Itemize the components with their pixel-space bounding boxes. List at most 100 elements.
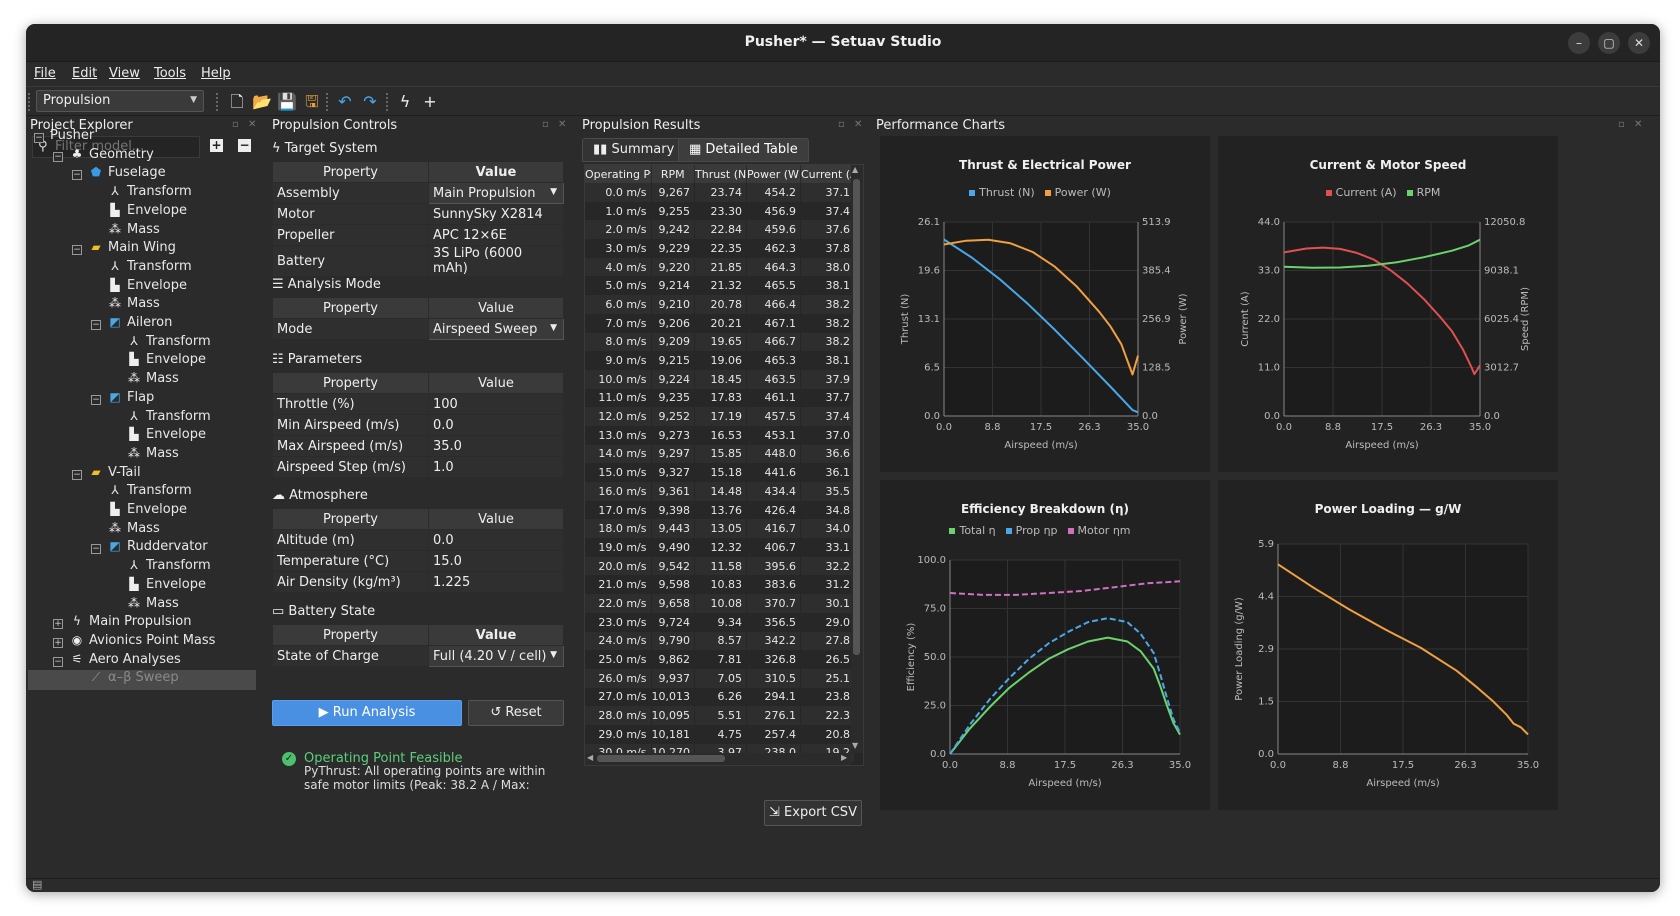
float-panel-icon[interactable]: ▫ — [232, 119, 239, 130]
tree-item[interactable]: ▙ Envelope — [126, 427, 206, 447]
new-file-icon[interactable]: 🗋 — [226, 91, 248, 113]
float-panel-icon[interactable]: ▫ — [1618, 119, 1625, 130]
tree-item[interactable]: ⅄ Transform — [126, 409, 210, 429]
table-row[interactable]: 20.0 m/s 9,542 11.58 395.6 32.2 — [585, 556, 855, 576]
vertical-scrollbar[interactable]: ▲ ▼ — [851, 165, 863, 753]
menu-tools[interactable]: Tools — [154, 66, 186, 81]
collapse-all-icon[interactable]: − — [238, 139, 251, 152]
table-row[interactable]: 0.0 m/s 9,267 23.74 454.2 37.1 — [585, 183, 855, 202]
tree-item[interactable]: ⅄ Transform — [126, 334, 210, 354]
table-row[interactable]: 9.0 m/s 9,215 19.06 465.3 38.1 — [585, 351, 855, 370]
tree-item[interactable]: ▰ Main Wing — [88, 240, 175, 260]
airspeed-step-input[interactable]: 1.0 — [428, 456, 564, 478]
table-row[interactable]: 10.0 m/s 9,224 18.45 463.5 37.9 — [585, 369, 855, 389]
mode-combo[interactable]: Airspeed Sweep ▼ — [428, 318, 564, 340]
scroll-right-icon[interactable]: ▶ — [841, 753, 847, 762]
table-row[interactable]: 25.0 m/s 9,862 7.81 326.8 26.5 — [585, 650, 855, 669]
collapse-icon[interactable]: − — [72, 170, 82, 181]
table-row[interactable]: 28.0 m/s 10,095 5.51 276.1 22.3 — [585, 706, 855, 725]
collapse-icon[interactable]: − — [34, 133, 44, 143]
collapse-icon[interactable]: − — [72, 469, 82, 480]
expand-all-icon[interactable]: + — [210, 139, 223, 152]
legend-item[interactable]: Power (W) — [1044, 186, 1111, 199]
tree-item[interactable]: ▙ Envelope — [126, 352, 206, 372]
table-row[interactable]: 3.0 m/s 9,229 22.35 462.3 37.8 — [585, 239, 855, 258]
table-row[interactable]: 22.0 m/s 9,658 10.08 370.7 30.1 — [585, 594, 855, 613]
close-panel-icon[interactable]: ✕ — [558, 119, 566, 130]
tree-item[interactable]: ⅄ Transform — [107, 259, 191, 279]
table-row[interactable]: 8.0 m/s 9,209 19.65 466.7 38.2 — [585, 332, 855, 352]
tree-item[interactable]: ⅄ Transform — [107, 184, 191, 204]
redo-icon[interactable]: ↷ — [359, 91, 381, 113]
tree-item[interactable]: ⁂ Mass — [126, 446, 179, 466]
column-header[interactable]: Thrust (N) — [694, 165, 747, 183]
table-row[interactable]: 24.0 m/s 9,790 8.57 342.2 27.8 — [585, 631, 855, 651]
menu-view[interactable]: View — [109, 66, 140, 81]
tree-item[interactable]: ◩ Aileron — [107, 315, 172, 335]
menu-help[interactable]: Help — [201, 66, 231, 81]
property-value[interactable]: 3S LiPo (6000 mAh) — [428, 245, 564, 277]
tree-item[interactable]: ▰ V-Tail — [88, 465, 140, 485]
tree-item[interactable]: ⁂ Mass — [126, 371, 179, 391]
legend-item[interactable]: Thrust (N) — [969, 186, 1035, 199]
air-density-input[interactable]: 1.225 — [428, 571, 564, 593]
tab-summary[interactable]: ▮▮ Summary — [582, 138, 686, 162]
tree-item[interactable]: ⬟ Fuselage — [88, 165, 166, 185]
close-panel-icon[interactable]: ✕ — [854, 119, 862, 130]
collapse-icon[interactable]: − — [91, 544, 101, 555]
state-of-charge-combo[interactable]: Full (4.20 V / cell) ▼ — [428, 645, 564, 667]
collapse-icon[interactable]: − — [53, 151, 63, 162]
table-row[interactable]: 4.0 m/s 9,220 21.85 464.3 38.0 — [585, 257, 855, 277]
column-header[interactable]: Power (W) — [746, 165, 801, 183]
property-value[interactable]: SunnySky X2814 — [428, 203, 564, 225]
scrollbar-thumb[interactable] — [597, 755, 725, 762]
scroll-up-icon[interactable]: ▲ — [852, 165, 858, 174]
property-value[interactable]: APC 12×6E — [428, 224, 564, 246]
collapse-icon[interactable]: − — [91, 320, 101, 330]
table-row[interactable]: 11.0 m/s 9,235 17.83 461.1 37.7 — [585, 388, 855, 408]
table-row[interactable]: 26.0 m/s 9,937 7.05 310.5 25.1 — [585, 668, 855, 688]
float-panel-icon[interactable]: ▫ — [838, 119, 845, 130]
open-folder-icon[interactable]: 📂 — [251, 91, 273, 113]
menu-file[interactable]: File — [34, 66, 56, 81]
expand-icon[interactable]: + — [53, 619, 63, 630]
lightning-icon[interactable]: ϟ — [394, 91, 416, 113]
add-icon[interactable]: + — [419, 91, 441, 113]
tree-item[interactable]: ♣ Geometry — [69, 147, 154, 167]
horizontal-scrollbar[interactable]: ◀ ▶ — [585, 753, 851, 765]
undo-icon[interactable]: ↶ — [334, 91, 356, 113]
table-row[interactable]: 14.0 m/s 9,297 15.85 448.0 36.6 — [585, 444, 855, 464]
max-airspeed-input[interactable]: 35.0 — [428, 435, 564, 457]
tree-item[interactable]: ⟋ α–β Sweep — [28, 670, 256, 691]
close-icon[interactable]: ✕ — [1628, 32, 1650, 54]
menu-edit[interactable]: Edit — [72, 66, 97, 81]
table-row[interactable]: 27.0 m/s 10,013 6.26 294.1 23.8 — [585, 687, 855, 707]
table-row[interactable]: 23.0 m/s 9,724 9.34 356.5 29.0 — [585, 612, 855, 632]
legend-item[interactable]: RPM — [1406, 186, 1440, 199]
tree-item[interactable]: ⁂ Mass — [107, 296, 160, 316]
table-row[interactable]: 2.0 m/s 9,242 22.84 459.6 37.6 — [585, 220, 855, 240]
run-analysis-button[interactable]: ▶ Run Analysis — [272, 700, 462, 726]
export-csv-button[interactable]: ⇲ Export CSV — [764, 800, 862, 826]
tree-item[interactable]: Pusher — [50, 128, 94, 148]
table-row[interactable]: 29.0 m/s 10,181 4.75 257.4 20.8 — [585, 724, 855, 744]
table-row[interactable]: 18.0 m/s 9,443 13.05 416.7 34.0 — [585, 519, 855, 539]
collapse-icon[interactable]: − — [53, 656, 63, 667]
reset-button[interactable]: ↺ Reset — [468, 700, 564, 726]
table-row[interactable]: 19.0 m/s 9,490 12.32 406.7 33.1 — [585, 538, 855, 557]
tree-item[interactable]: ◩ Ruddervator — [107, 539, 207, 559]
scroll-left-icon[interactable]: ◀ — [587, 753, 593, 762]
column-header[interactable]: Current (A) — [800, 165, 855, 183]
tree-item[interactable]: ⅄ Transform — [126, 558, 210, 578]
min-airspeed-input[interactable]: 0.0 — [428, 414, 564, 436]
tree-item[interactable]: ⁂ Mass — [107, 222, 160, 242]
legend-item[interactable]: Current (A) — [1325, 186, 1397, 199]
tree-item[interactable]: ⚟ Aero Analyses — [69, 652, 181, 672]
expand-icon[interactable]: + — [53, 637, 63, 648]
tree-item[interactable]: ▙ Envelope — [107, 502, 187, 522]
scrollbar-thumb[interactable] — [853, 179, 860, 655]
throttle-input[interactable]: 100 — [428, 393, 564, 415]
maximize-icon[interactable]: ▢ — [1598, 32, 1620, 54]
temperature-input[interactable]: 15.0 — [428, 550, 564, 572]
table-row[interactable]: 16.0 m/s 9,361 14.48 434.4 35.5 — [585, 482, 855, 501]
